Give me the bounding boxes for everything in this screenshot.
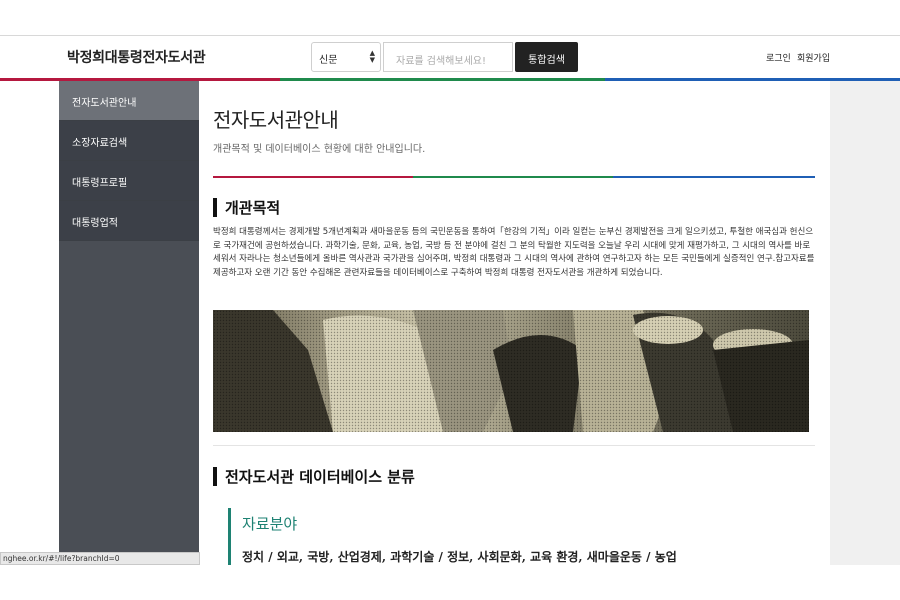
title-divider: [213, 176, 815, 178]
login-link[interactable]: 로그인: [766, 51, 791, 64]
historical-photo: [213, 310, 809, 432]
search-button[interactable]: 통합검색: [515, 42, 578, 72]
category-title: 자료분야: [242, 515, 298, 533]
section-heading-database: 전자도서관 데이터베이스 분류: [213, 466, 415, 487]
right-margin: [830, 81, 900, 600]
sidebar-item-collection-search[interactable]: 소장자료검색: [59, 121, 199, 161]
section-separator: [213, 445, 815, 446]
site-header: 박정희대통령전자도서관 신문 ▲ ▼ 자료를 검색해보세요! 통합검색 로그인 회…: [0, 36, 900, 78]
purpose-text: 박정희 대통령께서는 경제개발 5개년계획과 새마을운동 등의 국민운동을 통하…: [213, 227, 815, 278]
main-content: 전자도서관안내 개관목적 및 데이터베이스 현황에 대한 안내입니다. 개관목적…: [199, 81, 830, 600]
sidebar-item-label: 대통령프로필: [72, 178, 128, 189]
signup-link[interactable]: 회원가입: [797, 51, 830, 64]
search-category-select[interactable]: 신문 ▲ ▼: [311, 42, 381, 72]
page-subtitle: 개관목적 및 데이터베이스 현황에 대한 안내입니다.: [213, 144, 426, 155]
category-list: 정치 / 외교, 국방, 산업경제, 과학기술 / 정보, 사회문화, 교육 환…: [242, 550, 677, 564]
sidebar: 전자도서관안내 소장자료검색 대통령프로필 대통령업적: [59, 81, 199, 600]
browser-viewport: 박정희대통령전자도서관 신문 ▲ ▼ 자료를 검색해보세요! 통합검색 로그인 회…: [0, 0, 900, 600]
search-input[interactable]: 자료를 검색해보세요!: [383, 42, 513, 72]
section-heading-purpose: 개관목적: [213, 197, 280, 218]
sidebar-item-achievements[interactable]: 대통령업적: [59, 201, 199, 241]
select-arrows-icon: ▲ ▼: [369, 49, 375, 64]
site-title[interactable]: 박정희대통령전자도서관: [67, 47, 206, 67]
sidebar-item-label: 소장자료검색: [72, 138, 128, 149]
search-category-value: 신문: [319, 55, 338, 66]
sidebar-item-library-info[interactable]: 전자도서관안내: [59, 81, 199, 121]
sidebar-item-label: 대통령업적: [72, 218, 118, 229]
page-title: 전자도서관안내: [213, 108, 339, 132]
sidebar-item-president-profile[interactable]: 대통령프로필: [59, 161, 199, 201]
sidebar-item-label: 전자도서관안내: [72, 98, 137, 109]
status-url-bar: nghee.or.kr/#!/life?branchId=0: [0, 552, 200, 565]
